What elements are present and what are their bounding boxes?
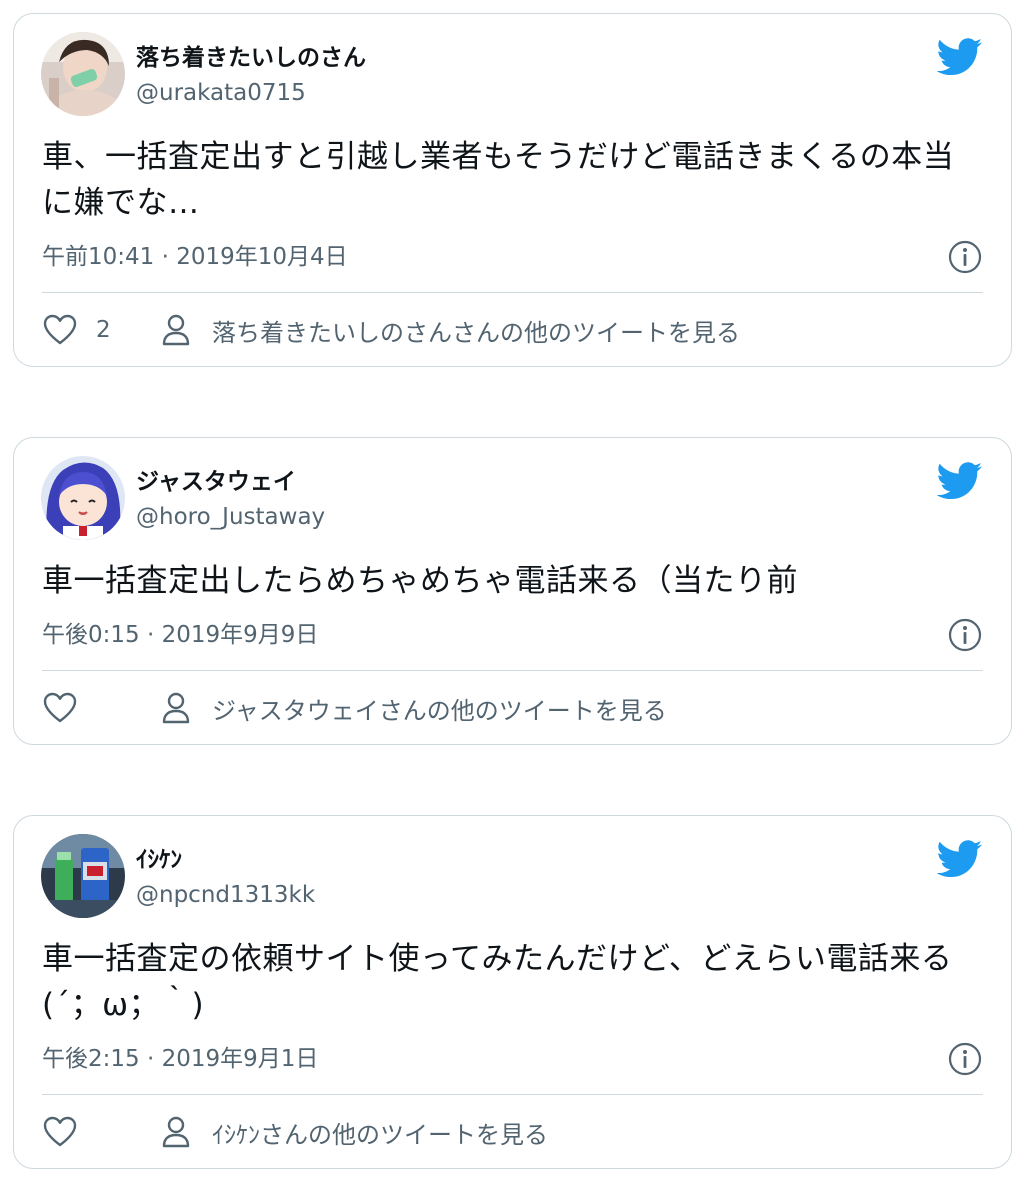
avatar[interactable] — [41, 456, 125, 540]
avatar[interactable] — [41, 834, 125, 918]
tweet-timestamp[interactable]: 午後2:15 · 2019年9月1日 — [42, 1044, 318, 1074]
person-icon — [162, 692, 190, 724]
tweet-timestamp[interactable]: 午後0:15 · 2019年9月9日 — [42, 620, 318, 650]
user-handle[interactable]: @horo_Justaway — [136, 502, 325, 532]
like-button[interactable] — [42, 690, 132, 726]
divider — [42, 1094, 983, 1095]
action-row: ｲｼｹﾝさんの他のツイートを見る — [42, 1112, 983, 1152]
more-tweets-label: ジャスタウェイさんの他のツイートを見る — [212, 696, 667, 725]
twitter-bird-icon[interactable] — [937, 840, 983, 878]
more-tweets-label: 落ち着きたいしのさんさんの他のツイートを見る — [212, 318, 740, 347]
heart-icon — [43, 314, 77, 345]
tweet-text: 車一括査定の依頼サイト使ってみたんだけど、どえらい電話来る(´；ω；｀) — [42, 941, 953, 1023]
display-name[interactable]: ｲｼｹﾝ — [136, 844, 182, 876]
tweet-text: 車、一括査定出すと引越し業者もそうだけど電話きまくるの本当に嫌でな… — [42, 139, 955, 221]
tweet-card[interactable]: ｲｼｹﾝ @npcnd1313kk 車一括査定の依頼サイト使ってみたんだけど、ど… — [13, 815, 1012, 1169]
info-icon[interactable] — [947, 1041, 983, 1077]
twitter-bird-icon[interactable] — [937, 462, 983, 500]
like-button[interactable] — [42, 1114, 132, 1150]
more-tweets-link[interactable]: ジャスタウェイさんの他のツイートを見る — [160, 691, 667, 726]
more-tweets-link[interactable]: ｲｼｹﾝさんの他のツイートを見る — [160, 1115, 548, 1150]
divider — [42, 292, 983, 293]
person-icon — [162, 314, 190, 346]
tweet-text: 車一括査定出したらめちゃめちゃ電話来る（当たり前 — [42, 563, 798, 599]
like-count: 2 — [96, 317, 111, 343]
twitter-bird-icon[interactable] — [937, 38, 983, 76]
more-tweets-link[interactable]: 落ち着きたいしのさんさんの他のツイートを見る — [160, 313, 740, 348]
action-row: ジャスタウェイさんの他のツイートを見る — [42, 688, 983, 728]
info-icon[interactable] — [947, 239, 983, 275]
info-icon[interactable] — [947, 617, 983, 653]
display-name[interactable]: ジャスタウェイ — [136, 466, 296, 498]
avatar[interactable] — [41, 32, 125, 116]
divider — [42, 670, 983, 671]
tweet-card[interactable]: ジャスタウェイ @horo_Justaway 車一括査定出したらめちゃめちゃ電話… — [13, 437, 1012, 745]
tweet-timestamp[interactable]: 午前10:41 · 2019年10月4日 — [42, 242, 348, 272]
person-icon — [162, 1116, 190, 1148]
like-button[interactable]: 2 — [42, 312, 132, 348]
heart-icon — [43, 1116, 77, 1147]
display-name[interactable]: 落ち着きたいしのさん — [136, 42, 366, 74]
heart-icon — [43, 692, 77, 723]
user-handle[interactable]: @urakata0715 — [136, 78, 306, 108]
action-row: 2 落ち着きたいしのさんさんの他のツイートを見る — [42, 310, 983, 350]
user-handle[interactable]: @npcnd1313kk — [136, 880, 315, 910]
more-tweets-label: ｲｼｹﾝさんの他のツイートを見る — [212, 1120, 548, 1149]
tweet-card[interactable]: 落ち着きたいしのさん @urakata0715 車、一括査定出すと引越し業者もそ… — [13, 13, 1012, 367]
